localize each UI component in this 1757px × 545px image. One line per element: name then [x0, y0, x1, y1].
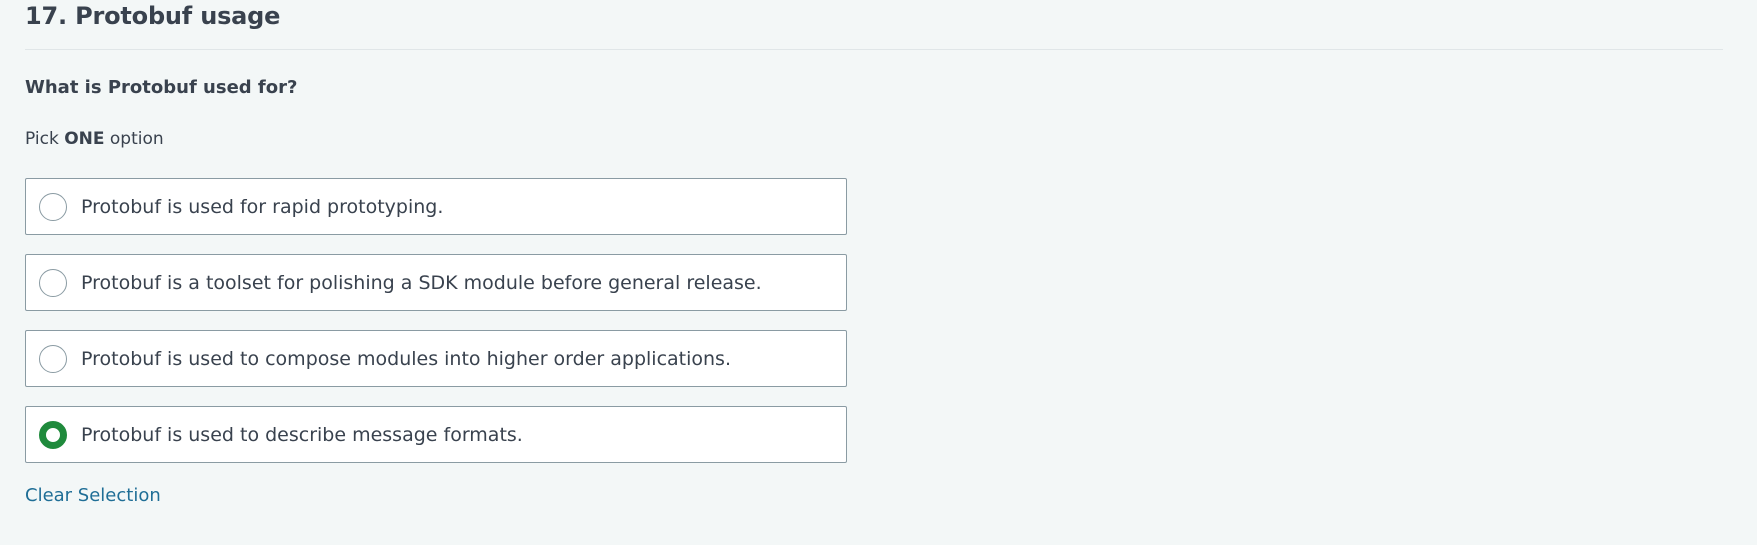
option-1[interactable]: Protobuf is used for rapid prototyping. — [25, 178, 847, 235]
radio-button-unchecked[interactable] — [39, 344, 67, 373]
instruction-suffix: option — [109, 129, 164, 149]
pick-instruction: Pick ONE option — [25, 129, 164, 149]
option-label: Protobuf is used to compose modules into… — [81, 347, 731, 370]
radio-button-unchecked[interactable] — [39, 268, 67, 297]
radio-button-checked[interactable] — [39, 420, 67, 449]
title-divider — [25, 49, 1723, 50]
clear-selection-link[interactable]: Clear Selection — [25, 485, 161, 506]
option-2[interactable]: Protobuf is a toolset for polishing a SD… — [25, 254, 847, 311]
radio-button-unchecked[interactable] — [39, 192, 67, 221]
options-list: Protobuf is used for rapid prototyping. … — [25, 178, 847, 482]
instruction-count: ONE — [64, 129, 105, 149]
option-3[interactable]: Protobuf is used to compose modules into… — [25, 330, 847, 387]
option-label: Protobuf is used to describe message for… — [81, 423, 523, 446]
option-4[interactable]: Protobuf is used to describe message for… — [25, 406, 847, 463]
question-text: What is Protobuf used for? — [25, 77, 298, 98]
question-title: 17. Protobuf usage — [25, 2, 281, 30]
instruction-prefix: Pick — [25, 129, 59, 149]
option-label: Protobuf is a toolset for polishing a SD… — [81, 271, 762, 294]
option-label: Protobuf is used for rapid prototyping. — [81, 195, 444, 218]
